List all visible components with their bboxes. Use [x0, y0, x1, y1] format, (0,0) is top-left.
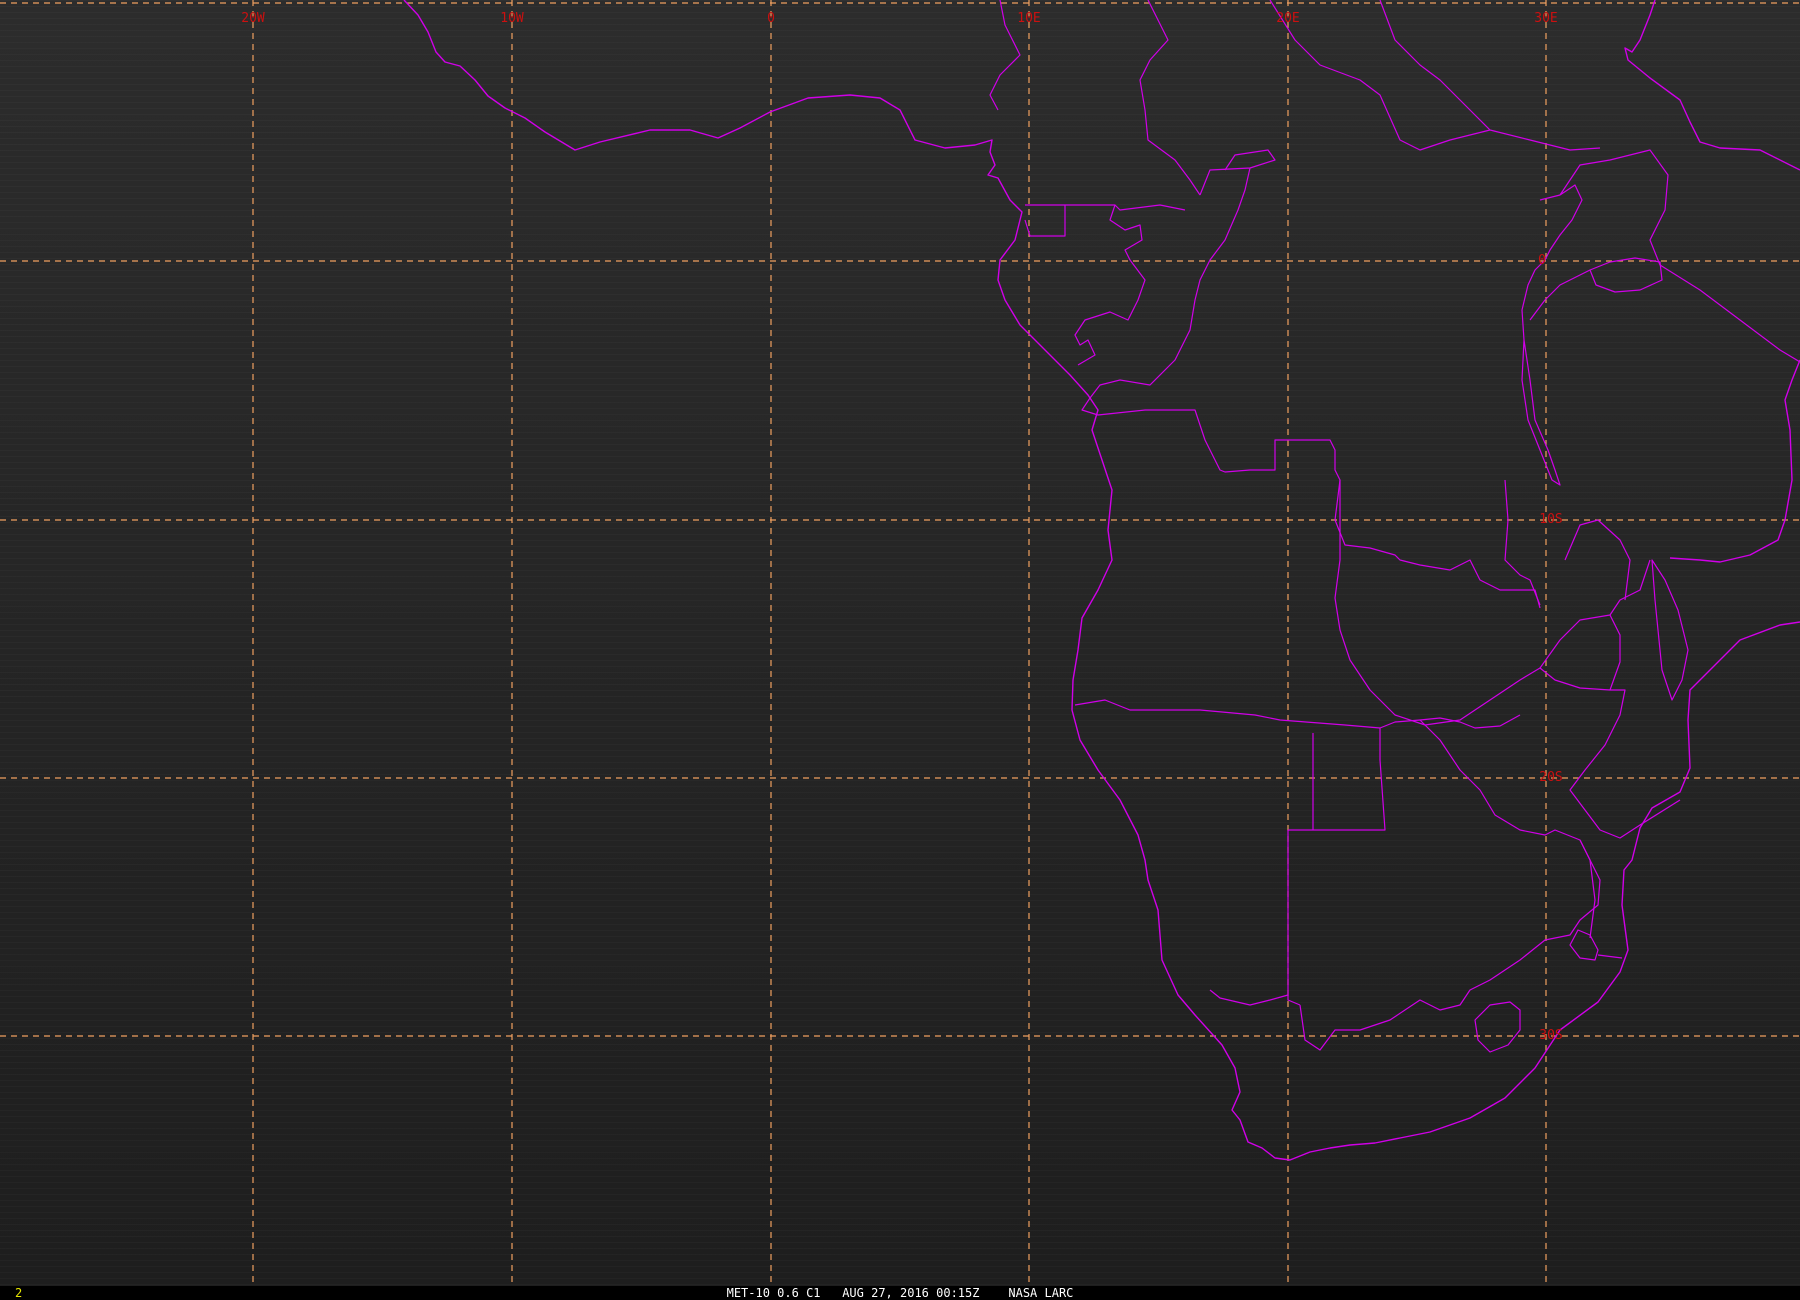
- lon-label-30e: 30E: [1534, 11, 1557, 26]
- lat-label-30s: 30S: [1539, 1028, 1562, 1043]
- image-caption: MET-10 0.6 C1 AUG 27, 2016 00:15Z NASA L…: [726, 1286, 1074, 1300]
- lon-label-10e: 10E: [1017, 11, 1040, 26]
- status-bar: 2 MET-10 0.6 C1 AUG 27, 2016 00:15Z NASA…: [0, 1286, 1800, 1300]
- lon-label-20e: 20E: [1276, 11, 1299, 26]
- lon-label-20w: 20W: [241, 11, 265, 26]
- satellite-image-viewer: 20W 10W 0 10E 20E 30E 0 10S 20S 30S 2 ME…: [0, 0, 1800, 1300]
- lat-label-0: 0: [1538, 253, 1546, 268]
- scanline-texture: [0, 0, 1800, 1286]
- lat-label-10s: 10S: [1539, 512, 1562, 527]
- satellite-map[interactable]: 20W 10W 0 10E 20E 30E 0 10S 20S 30S: [0, 0, 1800, 1286]
- lon-label-0: 0: [767, 11, 775, 26]
- lon-label-10w: 10W: [500, 11, 524, 26]
- lat-label-20s: 20S: [1539, 770, 1562, 785]
